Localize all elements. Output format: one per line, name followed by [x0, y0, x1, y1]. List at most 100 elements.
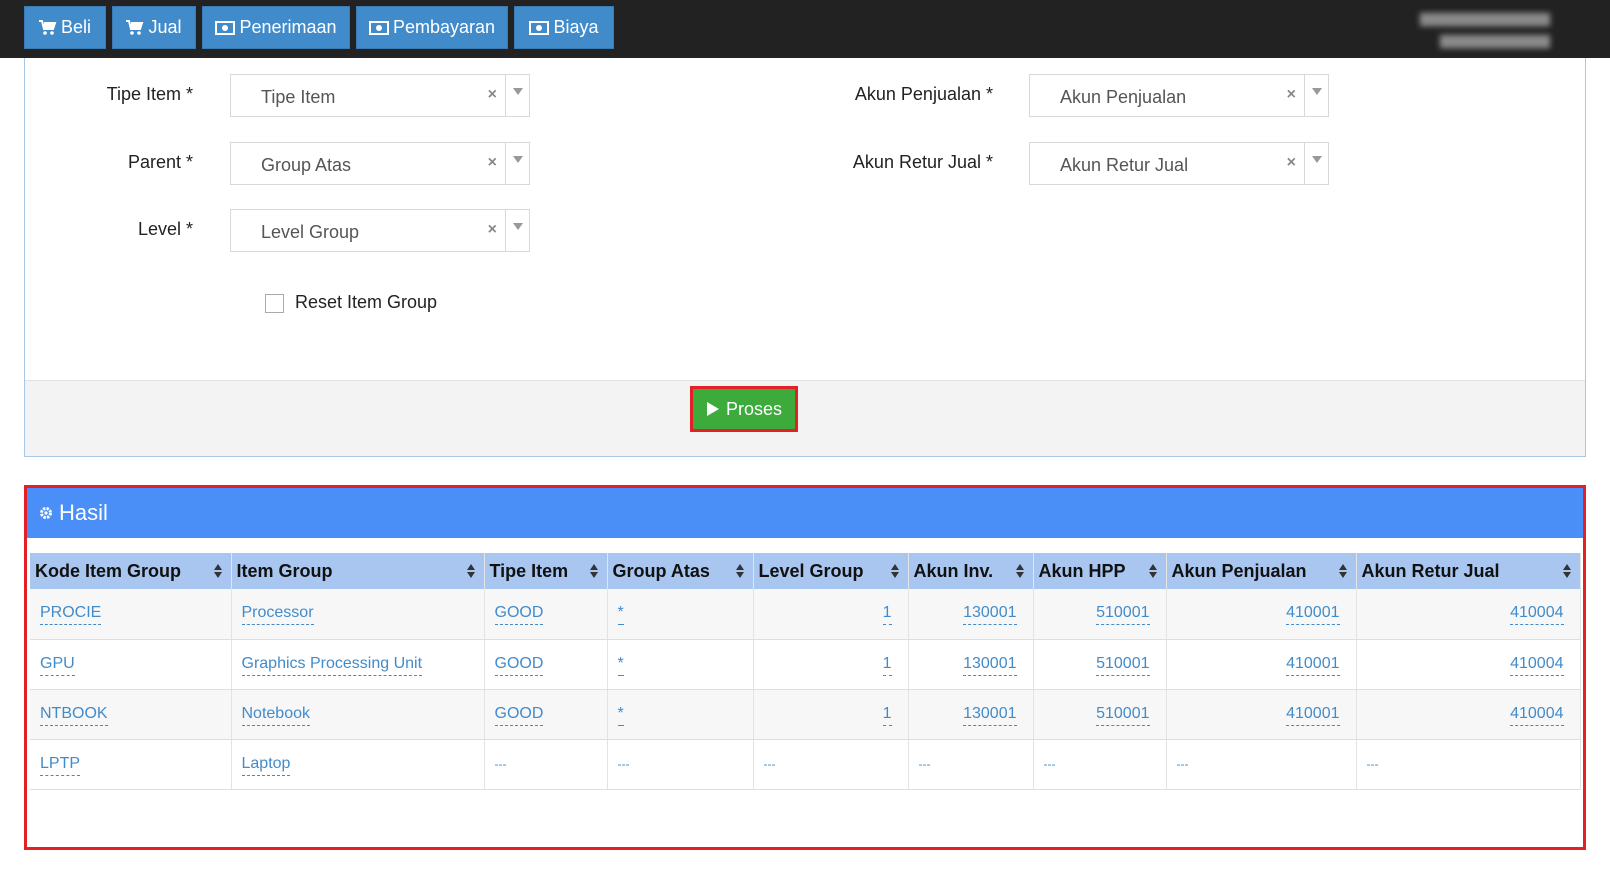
sort-icon[interactable]	[890, 564, 900, 578]
empty-editable[interactable]: ---	[1044, 757, 1056, 771]
pembayaran-button[interactable]: Pembayaran	[356, 6, 508, 49]
clear-icon[interactable]: ×	[488, 221, 497, 239]
tipe-item-select[interactable]: Tipe Item ×	[230, 74, 530, 117]
editable-link[interactable]: 1	[882, 703, 892, 726]
sort-icon[interactable]	[1338, 564, 1348, 578]
editable-link[interactable]: *	[617, 653, 624, 676]
proses-button[interactable]: Proses	[690, 386, 798, 432]
empty-editable[interactable]: ---	[495, 757, 507, 771]
sort-icon[interactable]	[1015, 564, 1025, 578]
column-header[interactable]: Akun Penjualan	[1166, 553, 1357, 589]
editable-link[interactable]: PROCIE	[40, 602, 102, 626]
empty-editable[interactable]: ---	[764, 757, 776, 771]
table-cell: ---	[1356, 739, 1581, 790]
editable-link[interactable]: 410001	[1286, 653, 1340, 676]
column-header-label: Akun Retur Jual	[1361, 560, 1500, 581]
editable-link[interactable]: Laptop	[241, 753, 291, 776]
penerimaan-button[interactable]: Penerimaan	[202, 6, 350, 49]
sort-icon[interactable]	[1148, 564, 1158, 578]
dropdown-toggle[interactable]	[505, 75, 529, 116]
sort-icon[interactable]	[466, 564, 476, 578]
column-header[interactable]: Akun Retur Jual	[1356, 553, 1581, 589]
column-header[interactable]: Item Group	[231, 553, 485, 589]
editable-link[interactable]: *	[617, 602, 624, 626]
reset-item-group-checkbox[interactable]	[265, 294, 284, 313]
table-cell: 410001	[1166, 689, 1357, 740]
clear-icon[interactable]: ×	[488, 154, 497, 172]
editable-link[interactable]: GPU	[40, 653, 75, 676]
sort-icon[interactable]	[213, 564, 223, 578]
column-header-label: Group Atas	[612, 560, 710, 581]
clear-icon[interactable]: ×	[488, 86, 497, 104]
sort-icon[interactable]	[735, 564, 745, 578]
clear-icon[interactable]: ×	[1287, 86, 1296, 104]
user-line-1: ▇▇▇▇▇▇▇▇▇▇▇▇▇	[1420, 11, 1550, 26]
table-cell: ---	[1033, 739, 1167, 790]
editable-link[interactable]: GOOD	[494, 703, 544, 726]
empty-editable[interactable]: ---	[618, 757, 630, 771]
editable-link[interactable]: 410004	[1510, 653, 1564, 676]
table-cell: Processor	[231, 589, 485, 640]
table-cell: Notebook	[231, 689, 485, 740]
empty-editable[interactable]: ---	[919, 757, 931, 771]
editable-link[interactable]: 410001	[1286, 602, 1340, 626]
parent-select[interactable]: Group Atas ×	[230, 142, 530, 185]
table-cell: 410004	[1356, 689, 1581, 740]
sort-icon[interactable]	[589, 564, 599, 578]
editable-link[interactable]: GOOD	[494, 653, 544, 676]
jual-button-label: Jual	[148, 17, 182, 37]
editable-link[interactable]: *	[617, 703, 624, 726]
sort-icon[interactable]	[1562, 564, 1572, 578]
editable-link[interactable]: NTBOOK	[40, 703, 108, 726]
editable-link[interactable]: 410004	[1510, 602, 1564, 626]
table-cell: ---	[908, 739, 1034, 790]
empty-editable[interactable]: ---	[1367, 757, 1379, 771]
editable-link[interactable]: 510001	[1096, 703, 1150, 726]
beli-button[interactable]: Beli	[24, 6, 106, 49]
result-table-wrap: Kode Item Group Item Group Tipe Item Group …	[30, 553, 1581, 790]
user-info-blurred[interactable]: ▇▇▇▇▇▇▇▇▇▇▇▇▇ ▇▇▇▇▇▇▇▇▇▇▇	[1400, 8, 1550, 52]
chevron-down-icon	[513, 223, 523, 230]
editable-link[interactable]: Processor	[241, 602, 314, 626]
table-cell: ---	[484, 739, 608, 790]
dropdown-toggle[interactable]	[1304, 75, 1328, 116]
column-header[interactable]: Akun HPP	[1033, 553, 1167, 589]
editable-link[interactable]: 510001	[1096, 602, 1150, 626]
table-row: GPU Graphics Processing Unit GOOD * 1 130001 5…	[30, 639, 1581, 690]
table-cell: 1	[753, 689, 909, 740]
gear-icon	[40, 507, 52, 519]
editable-link[interactable]: 130001	[963, 653, 1017, 676]
editable-link[interactable]: 1	[882, 653, 892, 676]
clear-icon[interactable]: ×	[1287, 154, 1296, 172]
editable-link[interactable]: 130001	[963, 703, 1017, 726]
table-cell: 410004	[1356, 589, 1581, 640]
akun-retur-jual-placeholder: Akun Retur Jual	[1060, 155, 1189, 175]
editable-link[interactable]: 410004	[1510, 703, 1564, 726]
dropdown-toggle[interactable]	[505, 143, 529, 184]
editable-link[interactable]: GOOD	[494, 602, 544, 626]
column-header[interactable]: Level Group	[753, 553, 909, 589]
jual-button[interactable]: Jual	[112, 6, 196, 49]
column-header[interactable]: Kode Item Group	[30, 553, 232, 589]
editable-link[interactable]: 410001	[1286, 703, 1340, 726]
editable-link[interactable]: LPTP	[40, 753, 81, 776]
table-cell: 130001	[908, 689, 1034, 740]
column-header[interactable]: Tipe Item	[484, 553, 608, 589]
akun-penjualan-select[interactable]: Akun Penjualan ×	[1029, 74, 1329, 117]
level-select[interactable]: Level Group ×	[230, 209, 530, 252]
dropdown-toggle[interactable]	[505, 210, 529, 251]
column-header[interactable]: Akun Inv.	[908, 553, 1034, 589]
editable-link[interactable]: 130001	[963, 602, 1017, 626]
akun-retur-jual-select[interactable]: Akun Retur Jual ×	[1029, 142, 1329, 185]
reset-item-group-label[interactable]: Reset Item Group	[295, 292, 437, 313]
editable-link[interactable]: Graphics Processing Unit	[241, 653, 423, 676]
biaya-button[interactable]: Biaya	[514, 6, 614, 49]
editable-link[interactable]: 1	[882, 602, 892, 626]
empty-editable[interactable]: ---	[1177, 757, 1189, 771]
column-header[interactable]: Group Atas	[607, 553, 754, 589]
editable-link[interactable]: Notebook	[241, 703, 310, 726]
editable-link[interactable]: 510001	[1096, 653, 1150, 676]
cart-icon	[126, 19, 144, 35]
column-header-label: Tipe Item	[489, 560, 569, 581]
dropdown-toggle[interactable]	[1304, 143, 1328, 184]
